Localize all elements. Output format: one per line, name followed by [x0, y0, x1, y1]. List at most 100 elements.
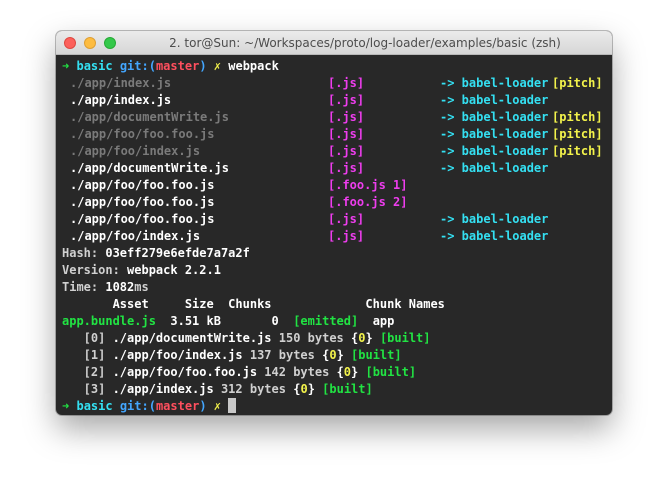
loader-line: ./app/foo/foo.foo.js [.foo.js 1] [62, 177, 612, 194]
loader-extension-tag: [.js] [328, 212, 365, 226]
loader-module-path: ./app/documentWrite.js [70, 161, 229, 175]
loader-extension-tag: [.js] [328, 229, 365, 243]
module-path: ./app/index.js [112, 382, 214, 396]
loader-line: ./app/index.js [.js] -> babel-loader [pitch… [62, 75, 612, 92]
module-line: [2] ./app/foo/foo.foo.js 142 bytes {0} [… [62, 364, 612, 381]
loader-line: ./app/documentWrite.js [.js] -> babel-load… [62, 160, 612, 177]
loader-module-path: ./app/foo/foo.foo.js [70, 178, 215, 192]
asset-size: 3.51 kB [155, 314, 221, 328]
version-label: Version: [62, 263, 128, 277]
asset-row: app.bundle.js 3.51 kB 0 [emitted] app [62, 313, 612, 330]
loader-log: ./app/index.js [.js] -> babel-loader [pitch… [62, 75, 612, 245]
module-list: [0] ./app/documentWrite.js 150 bytes {0}… [62, 330, 612, 398]
loader-extension-tag: [.js] [328, 161, 365, 175]
loader-name: -> babel-loader [440, 127, 549, 141]
loader-module-path: ./app/index.js [70, 93, 172, 107]
title-bar[interactable]: 2. tor@Sun: ~/Workspaces/proto/log-loade… [56, 31, 612, 55]
loader-extension-tag: [.js] [328, 110, 365, 124]
loader-pitch-badge: [pitch] [552, 127, 603, 141]
module-id: [2] [62, 365, 113, 379]
module-built-badge: [built] [365, 365, 417, 379]
module-chunk-id: 0 [343, 365, 352, 379]
module-size: 312 bytes [213, 382, 294, 396]
loader-pitch-badge: [pitch] [552, 76, 603, 90]
terminal-output[interactable]: ➜ basic git:(master) ✗ webpack ./app/ind… [62, 58, 612, 415]
module-id: [1] [62, 348, 113, 362]
loader-name: -> babel-loader [440, 144, 549, 158]
prompt-git-close: ) [199, 59, 207, 73]
window-title: 2. tor@Sun: ~/Workspaces/proto/log-loade… [169, 36, 561, 50]
loader-module-path: ./app/foo/foo.foo.js [70, 127, 215, 141]
minimize-window-button[interactable] [84, 37, 96, 49]
time-line: Time: 1082ms [62, 279, 612, 296]
asset-chunk-name: app [372, 314, 395, 328]
loader-extension-tag: [.js] [328, 93, 365, 107]
loader-extension-tag: [.js] [328, 127, 365, 141]
close-window-button[interactable] [64, 37, 76, 49]
module-built-badge: [built] [322, 382, 373, 396]
terminal-window: 2. tor@Sun: ~/Workspaces/proto/log-loade… [56, 31, 612, 415]
module-id: [3] [62, 382, 113, 396]
maximize-window-button[interactable] [104, 37, 116, 49]
module-chunk-id: 0 [329, 348, 337, 362]
time-value: 1082 [105, 280, 135, 294]
module-chunk-close: } [351, 365, 366, 379]
module-line: [3] ./app/index.js 312 bytes {0} [built] [62, 381, 612, 398]
loader-line: ./app/index.js [.js] -> babel-loader [62, 92, 612, 109]
prompt-dirty-icon: ✗ [213, 59, 222, 73]
loader-extension-tag: [.foo.js 1] [328, 178, 408, 192]
prompt-git-open: git:( [119, 59, 156, 73]
prompt-directory: basic [76, 59, 113, 73]
module-chunk-close: } [336, 348, 352, 362]
module-path: ./app/foo/index.js [112, 348, 243, 362]
module-built-badge: [built] [379, 331, 431, 345]
loader-name: -> babel-loader [440, 76, 549, 90]
module-path: ./app/foo/foo.foo.js [112, 365, 258, 379]
prompt-git-branch: master [155, 399, 200, 413]
prompt-git-open: git:( [119, 399, 156, 413]
hash-line: Hash: 03eff279e6efde7a7a2f [62, 245, 612, 262]
loader-pitch-badge: [pitch] [552, 110, 603, 124]
loader-module-path: ./app/foo/foo.foo.js [70, 195, 215, 209]
loader-name: -> babel-loader [440, 229, 549, 243]
module-path: ./app/documentWrite.js [112, 331, 272, 345]
version-value: webpack 2.2.1 [127, 263, 221, 277]
loader-line: ./app/foo/index.js [.js] -> babel-loader [p… [62, 143, 612, 160]
prompt-line-current: ➜ basic git:(master) ✗ [62, 398, 612, 415]
module-chunk-close: } [365, 331, 380, 345]
loader-name: -> babel-loader [440, 110, 549, 124]
loader-module-path: ./app/foo/index.js [70, 144, 201, 158]
loader-module-path: ./app/documentWrite.js [70, 110, 229, 124]
module-size: 137 bytes [242, 348, 323, 362]
loader-name: -> babel-loader [440, 161, 549, 175]
loader-module-path: ./app/index.js [70, 76, 172, 90]
module-chunk-close: } [307, 382, 323, 396]
module-size: 150 bytes [271, 331, 352, 345]
module-line: [0] ./app/documentWrite.js 150 bytes {0}… [62, 330, 612, 347]
module-chunk-id: 0 [300, 382, 308, 396]
module-line: [1] ./app/foo/index.js 137 bytes {0} [bu… [62, 347, 612, 364]
hash-label: Hash: [62, 246, 106, 260]
version-line: Version: webpack 2.2.1 [62, 262, 612, 279]
module-size: 142 bytes [257, 365, 337, 379]
loader-extension-tag: [.js] [328, 144, 365, 158]
prompt-line: ➜ basic git:(master) ✗ webpack [62, 58, 612, 75]
module-built-badge: [built] [351, 348, 402, 362]
loader-name: -> babel-loader [440, 93, 549, 107]
module-id: [0] [62, 331, 113, 345]
loader-line: ./app/foo/foo.foo.js [.foo.js 2] [62, 194, 612, 211]
prompt-git-branch: master [155, 59, 200, 73]
loader-module-path: ./app/foo/index.js [70, 229, 201, 243]
prompt-arrow-icon: ➜ [62, 399, 70, 413]
loader-extension-tag: [.js] [328, 76, 365, 90]
loader-name: -> babel-loader [440, 212, 549, 226]
module-chunk-open: { [336, 365, 344, 379]
loader-line: ./app/foo/foo.foo.js [.js] -> babel-loader [62, 211, 612, 228]
time-label: Time: [62, 280, 106, 294]
loader-module-path: ./app/foo/foo.foo.js [70, 212, 215, 226]
prompt-command: webpack [228, 59, 279, 73]
loader-extension-tag: [.foo.js 2] [328, 195, 408, 209]
asset-name: app.bundle.js [62, 314, 156, 328]
loader-line: ./app/foo/foo.foo.js [.js] -> babel-loader… [62, 126, 612, 143]
asset-emitted-badge: [emitted] [293, 314, 359, 328]
